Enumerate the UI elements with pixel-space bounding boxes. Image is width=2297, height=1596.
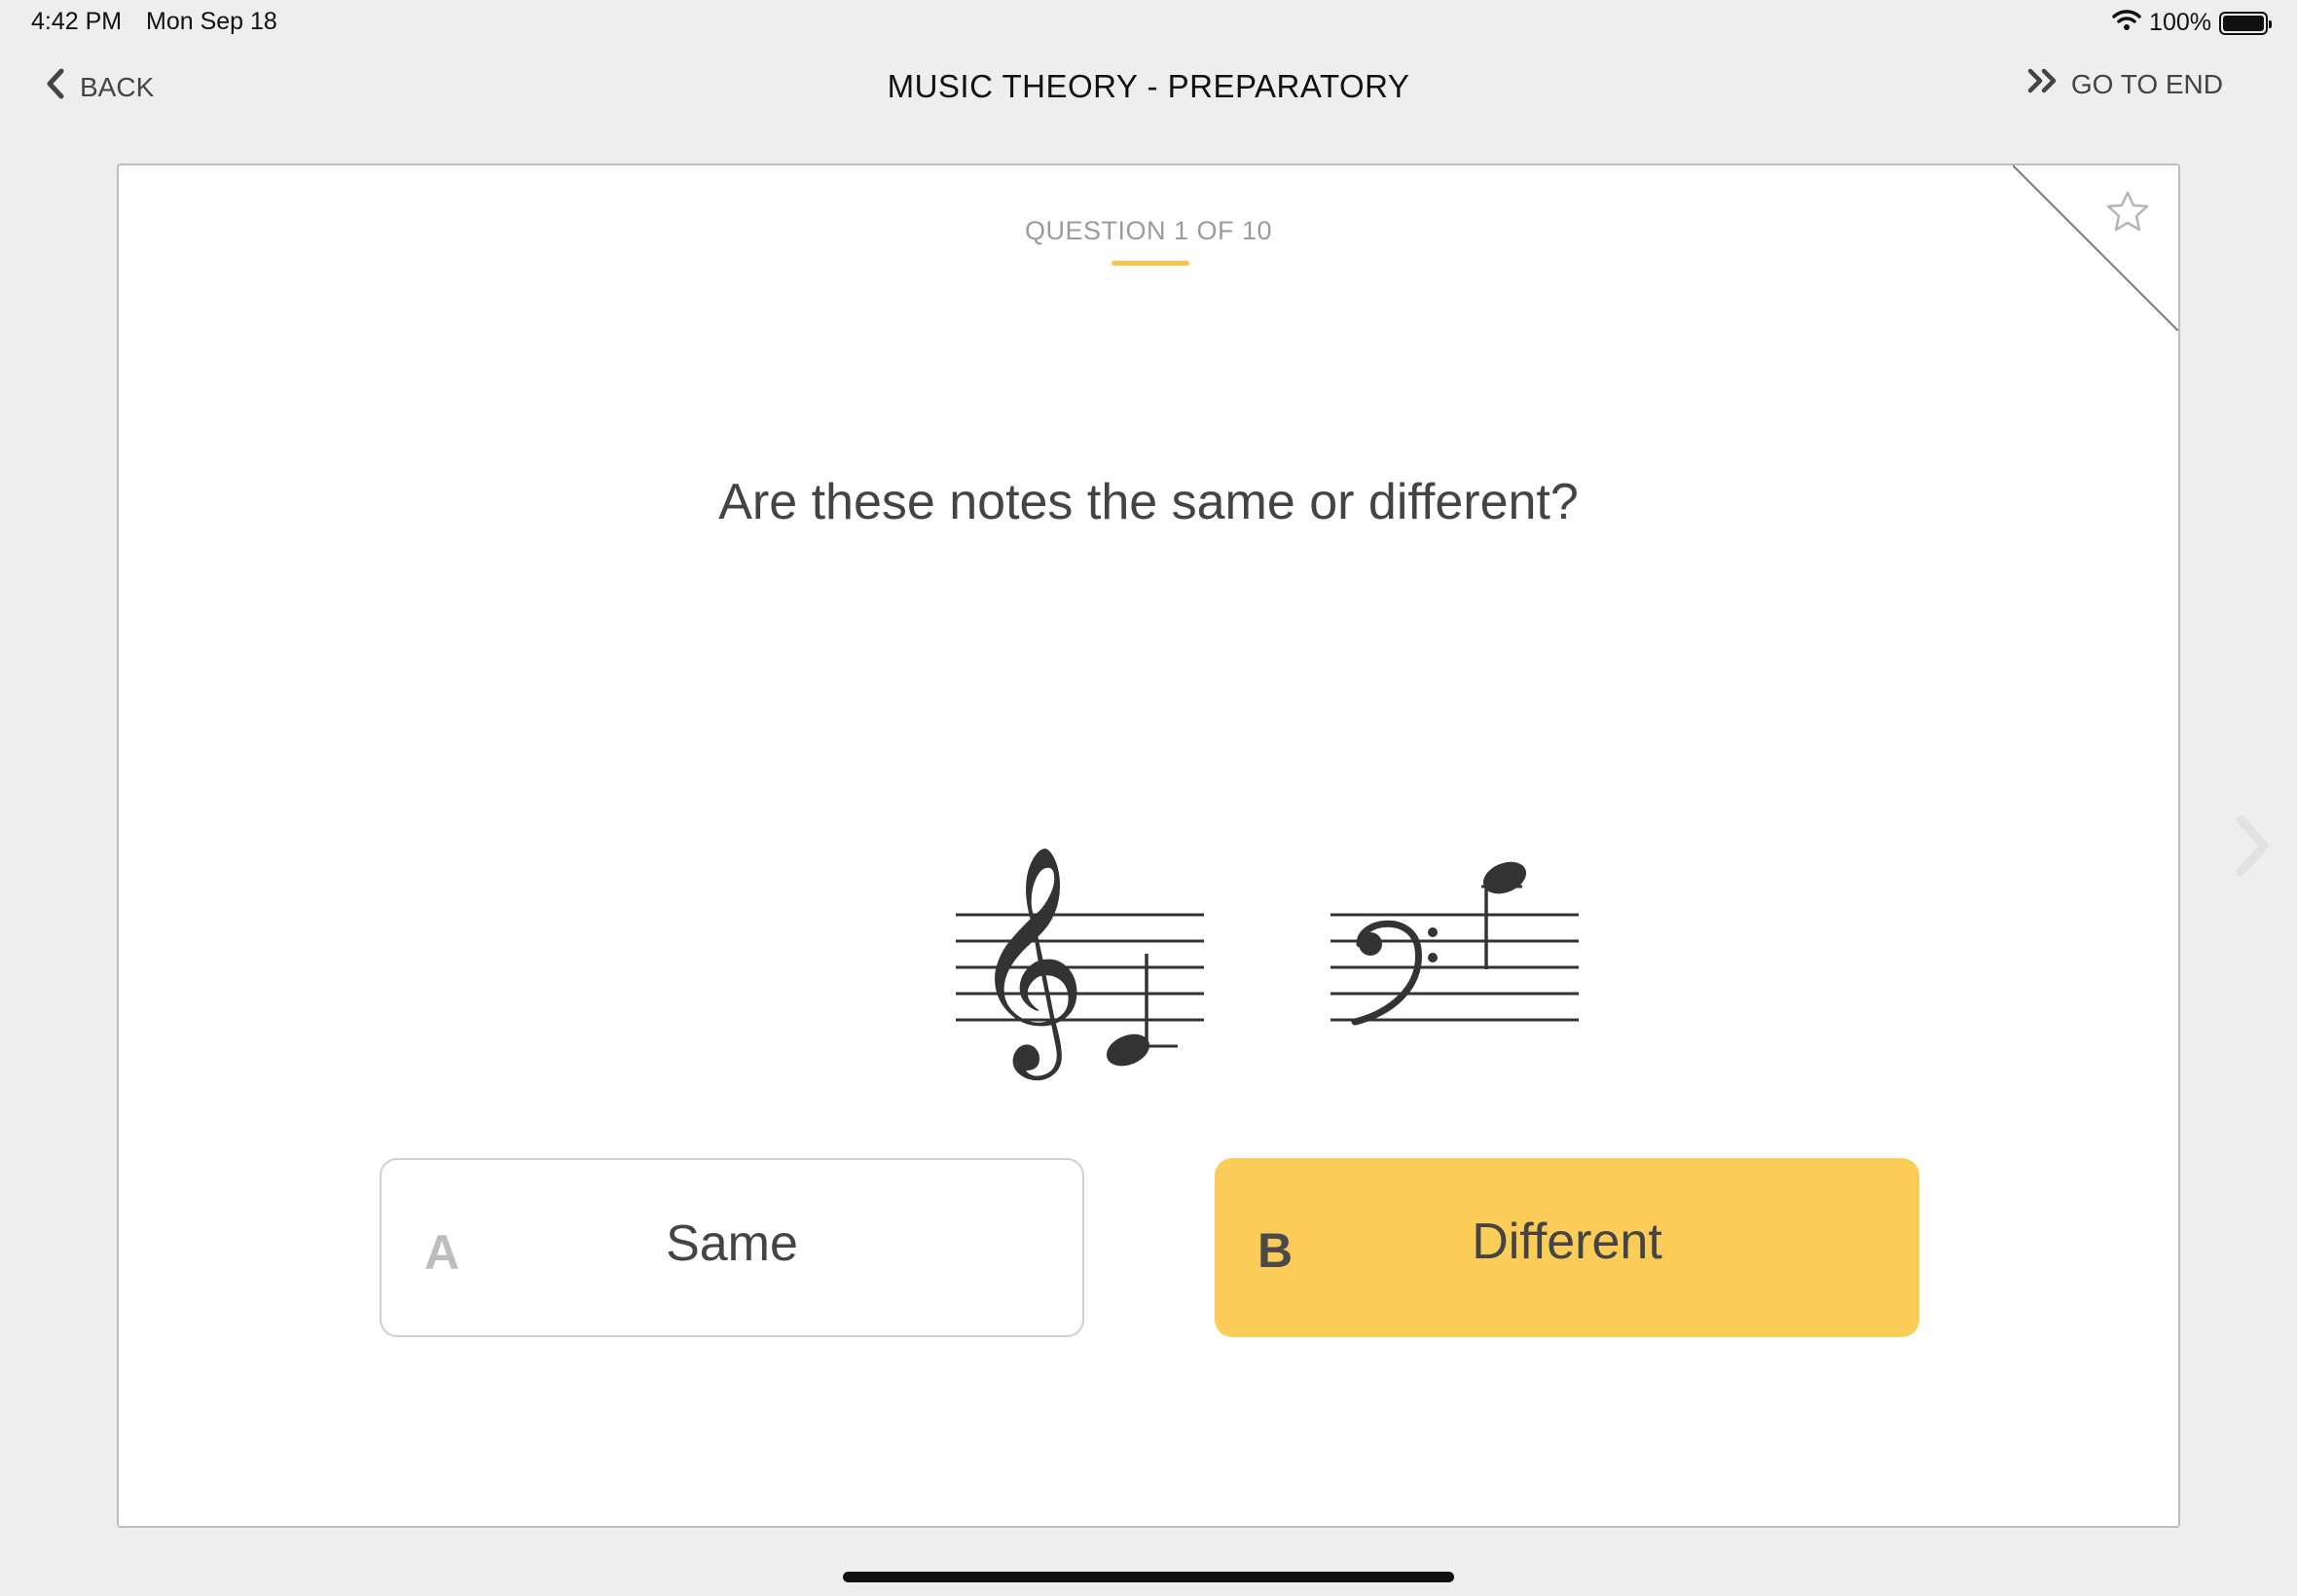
bass-clef-icon — [1351, 920, 1438, 1026]
status-bar: 4:42 PM Mon Sep 18 100% — [0, 0, 2297, 47]
question-card: QUESTION 1 OF 10 Are these notes the sam… — [117, 163, 2180, 1528]
home-indicator[interactable] — [843, 1572, 1454, 1582]
bass-note — [1481, 861, 1527, 969]
battery-icon — [2219, 11, 2272, 35]
treble-note — [1106, 954, 1178, 1067]
counter-underline — [1112, 261, 1189, 266]
next-chevron-icon[interactable] — [2233, 814, 2272, 883]
music-notation: 𝄞 — [956, 844, 1579, 1080]
battery-percent: 100% — [2149, 9, 2211, 36]
answer-b-button[interactable]: B Different — [1215, 1158, 1919, 1337]
answer-b-text: Different — [1472, 1214, 1662, 1270]
answer-a-button[interactable]: A Same — [380, 1158, 1084, 1337]
go-to-end-button[interactable]: GO TO END — [2026, 68, 2223, 100]
go-to-end-label: GO TO END — [2070, 68, 2223, 99]
question-text: Are these notes the same or different? — [718, 474, 1579, 530]
treble-clef-icon: 𝄞 — [971, 844, 1086, 1080]
page-title: MUSIC THEORY - PREPARATORY — [887, 68, 1410, 104]
question-counter: QUESTION 1 OF 10 — [1024, 216, 1273, 245]
status-date: Mon Sep 18 — [146, 8, 277, 35]
status-indicators: 100% — [2112, 8, 2272, 38]
status-time: 4:42 PM — [31, 8, 123, 35]
double-chevron-icon — [2026, 68, 2060, 100]
wifi-icon — [2112, 8, 2141, 38]
bookmark-corner[interactable] — [2013, 165, 2178, 331]
answer-a-text: Same — [666, 1215, 798, 1272]
